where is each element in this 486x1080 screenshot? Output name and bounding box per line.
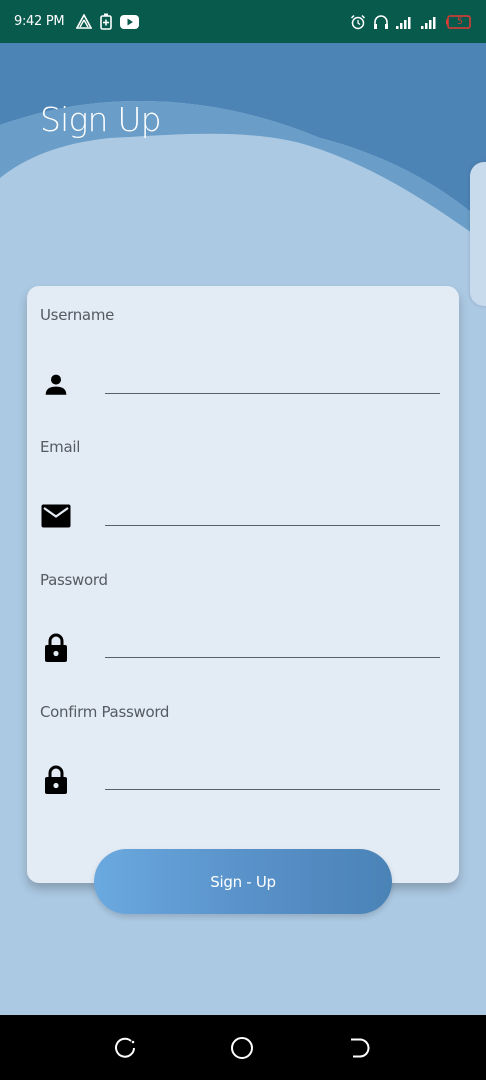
recent-apps-icon[interactable] xyxy=(112,1035,138,1061)
lock-icon xyxy=(41,633,71,663)
username-label: Username xyxy=(40,306,115,324)
mail-icon xyxy=(41,501,71,531)
password-label: Password xyxy=(40,571,108,589)
status-left-icons xyxy=(76,13,140,30)
email-label: Email xyxy=(40,438,81,456)
username-input[interactable] xyxy=(105,358,440,394)
side-drawer-handle[interactable] xyxy=(470,162,486,306)
battery-icon: 5 xyxy=(446,14,472,29)
status-time: 9:42 PM xyxy=(14,14,65,29)
confirm-password-input[interactable] xyxy=(105,754,440,790)
battery-saver-icon xyxy=(100,13,113,30)
headphones-icon xyxy=(373,14,389,30)
navigation-bar xyxy=(0,1015,486,1080)
lock-icon xyxy=(41,765,71,795)
youtube-icon xyxy=(120,14,140,29)
signal-icon xyxy=(421,15,439,29)
person-icon xyxy=(41,370,71,400)
signup-form-card: Username Email Password Confirm Password xyxy=(27,286,459,883)
signal-icon xyxy=(396,15,414,29)
warning-triangle-icon xyxy=(76,14,93,29)
status-bar: 9:42 PM 5 xyxy=(0,0,486,43)
battery-level: 5 xyxy=(457,16,463,27)
home-icon[interactable] xyxy=(229,1035,255,1061)
page-title: Sign Up xyxy=(40,100,162,139)
password-input[interactable] xyxy=(105,622,440,658)
signup-button[interactable]: Sign - Up xyxy=(94,849,392,914)
email-input[interactable] xyxy=(105,490,440,526)
back-icon[interactable] xyxy=(346,1035,372,1061)
confirm-password-label: Confirm Password xyxy=(40,703,170,721)
status-right-icons: 5 xyxy=(350,14,472,30)
alarm-icon xyxy=(350,14,366,30)
